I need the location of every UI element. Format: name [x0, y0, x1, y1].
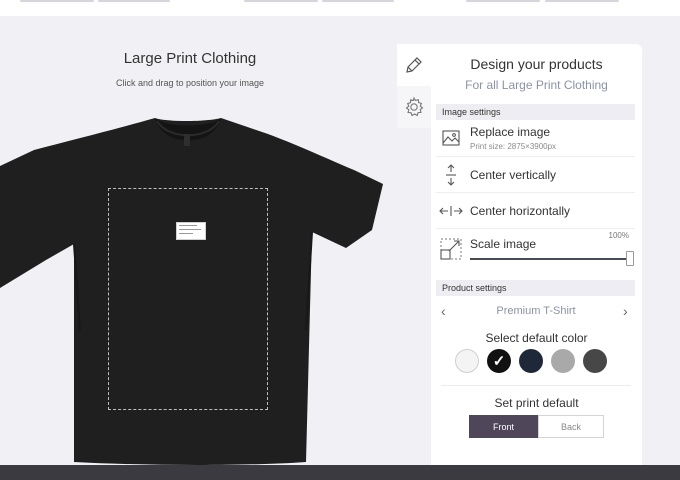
- next-product-arrow[interactable]: ›: [623, 303, 628, 319]
- vertical-arrows-icon: [439, 157, 463, 192]
- select-color-title: Select default color: [485, 331, 588, 345]
- image-settings-header: Image settings: [436, 104, 635, 120]
- previous-product-arrow[interactable]: ‹: [441, 303, 446, 319]
- tab-design[interactable]: [397, 44, 431, 86]
- color-swatch-black[interactable]: ✓: [487, 349, 511, 373]
- panel-subtitle: For all Large Print Clothing: [465, 78, 608, 92]
- scale-slider-handle[interactable]: [626, 251, 634, 266]
- preview-instructions: Click and drag to position your image: [115, 78, 265, 88]
- color-swatch-white[interactable]: [455, 349, 479, 373]
- front-print-button[interactable]: Front: [469, 415, 538, 438]
- print-default-title: Set print default: [494, 396, 579, 410]
- center-horizontally-label: Center horizontally: [470, 204, 571, 218]
- top-bar-tab[interactable]: [244, 0, 318, 2]
- top-bar-tab[interactable]: [466, 0, 540, 2]
- top-bar-tab[interactable]: [545, 0, 619, 2]
- scale-image-control: Scale image 100%: [436, 229, 635, 269]
- replace-image-button[interactable]: Replace image Print size: 2875×3900px: [436, 120, 635, 157]
- scale-icon: [439, 229, 463, 269]
- design-image[interactable]: [176, 222, 206, 240]
- tshirt-neck-label: [184, 134, 190, 146]
- top-bar-tab[interactable]: [20, 0, 94, 2]
- scale-percent: 100%: [608, 231, 629, 240]
- color-swatch-charcoal[interactable]: [583, 349, 607, 373]
- top-bar-tab[interactable]: [98, 0, 170, 2]
- replace-image-label: Replace image: [470, 125, 551, 139]
- center-horizontally-button[interactable]: Center horizontally: [436, 193, 635, 229]
- product-settings-header: Product settings: [436, 280, 635, 296]
- print-size-text: Print size: 2875×3900px: [470, 142, 557, 151]
- pencil-icon: [406, 57, 422, 73]
- divider: [441, 385, 631, 386]
- top-bar-tab[interactable]: [322, 0, 394, 2]
- top-bar: [0, 0, 680, 16]
- tab-settings[interactable]: [397, 86, 431, 128]
- scale-slider-track[interactable]: [470, 258, 630, 260]
- panel-tabs: [397, 44, 431, 128]
- center-vertically-button[interactable]: Center vertically: [436, 157, 635, 193]
- panel-title: Design your products: [470, 56, 603, 72]
- scale-image-label: Scale image: [470, 237, 537, 251]
- center-vertically-label: Center vertically: [470, 168, 557, 182]
- back-print-button[interactable]: Back: [538, 415, 604, 438]
- checkmark-icon: ✓: [492, 353, 506, 370]
- footer-bar: [0, 465, 680, 480]
- color-swatch-navy[interactable]: [519, 349, 543, 373]
- preview-title: Large Print Clothing: [123, 50, 257, 67]
- gear-icon: [405, 96, 424, 117]
- product-name: Premium T-Shirt: [496, 305, 576, 317]
- design-panel: Design your products For all Large Print…: [431, 44, 642, 465]
- image-icon: [439, 120, 463, 156]
- horizontal-arrows-icon: [439, 193, 463, 228]
- color-swatch-heather-grey[interactable]: [551, 349, 575, 373]
